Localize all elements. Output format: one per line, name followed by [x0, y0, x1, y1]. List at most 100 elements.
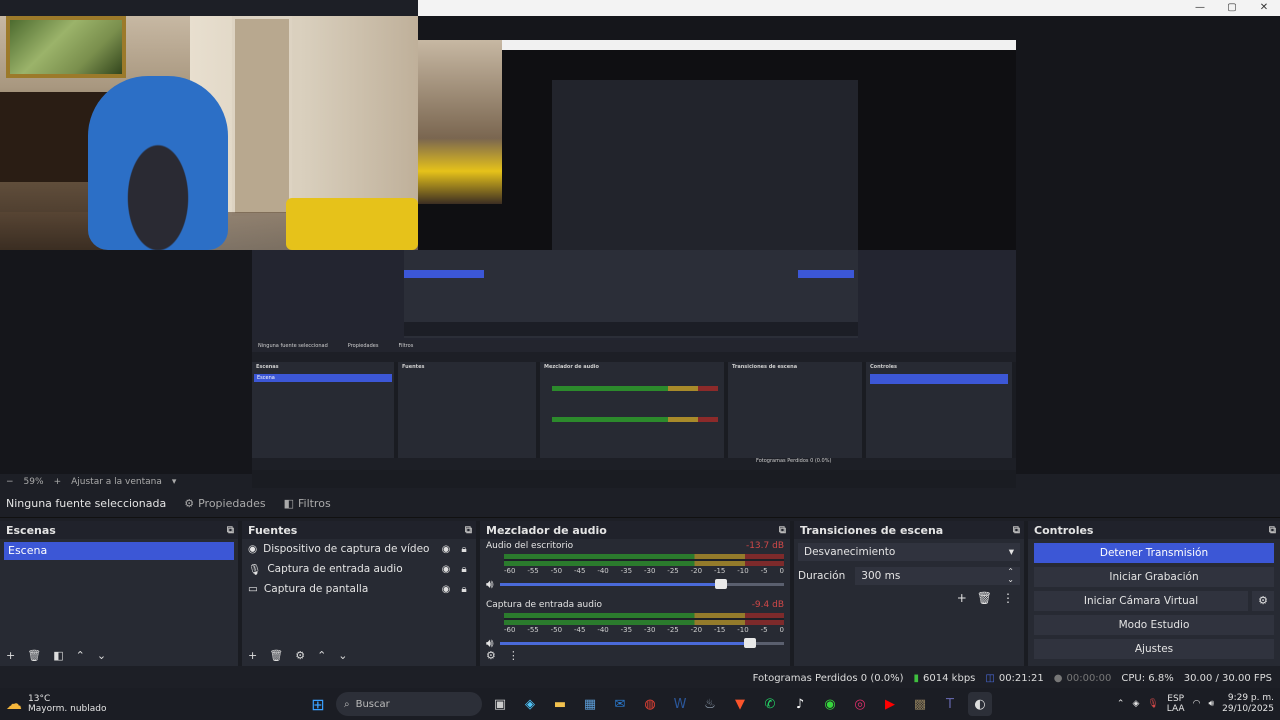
inner-status: Fotogramas Perdidos 0 (0.0%)	[756, 458, 832, 464]
inner-scenes-dock: Escenas Escena	[252, 362, 398, 458]
chevron-down-icon[interactable]: ⌄	[97, 649, 106, 662]
trash-icon[interactable]: 🗑	[977, 591, 992, 605]
file-explorer-icon[interactable]: ▬	[548, 692, 572, 716]
tick: 0	[779, 626, 784, 634]
eye-icon[interactable]: ◉	[440, 544, 452, 555]
gear-icon[interactable]: ⚙	[1252, 591, 1274, 611]
fit-to-window-select[interactable]: Ajustar a la ventana	[71, 477, 162, 487]
scene-item[interactable]: Escena	[4, 542, 234, 560]
microphone-icon[interactable]: 🎙︎	[1147, 699, 1158, 709]
scenes-title: Escenas	[6, 523, 56, 537]
undock-icon[interactable]: ⧉	[1013, 525, 1020, 536]
tick: -40	[597, 567, 609, 575]
chevron-up-icon[interactable]: ⌃	[1117, 699, 1125, 709]
volume-knob[interactable]	[715, 579, 728, 589]
inner-sources-title: Fuentes	[402, 364, 425, 370]
weather-temp: 13°C	[28, 694, 51, 704]
tray-app-icon[interactable]: ◈	[1132, 699, 1139, 709]
brave-icon[interactable]: ▼	[728, 692, 752, 716]
lock-icon[interactable]: 🔒︎	[458, 544, 470, 555]
inner-scenes-title: Escenas	[256, 364, 279, 370]
weather-text: 13°C Mayorm. nublado	[28, 694, 107, 714]
clock[interactable]: 9:29 p. m. 29/10/2025	[1222, 693, 1274, 715]
settings-button[interactable]: Ajustes	[1034, 639, 1274, 659]
undock-icon[interactable]: ⧉	[1269, 525, 1276, 536]
spin-arrows-icon[interactable]: ⌃ ⌄	[1007, 568, 1014, 584]
inner-sources-dock: Fuentes	[398, 362, 540, 458]
volume-row: 🔊︎	[486, 577, 784, 592]
volume-slider[interactable]	[499, 579, 784, 589]
volume-icon[interactable]: 🔊︎	[1208, 699, 1214, 709]
whatsapp-icon[interactable]: ✆	[758, 692, 782, 716]
outlook-icon[interactable]: ✉	[608, 692, 632, 716]
eye-icon[interactable]: ◉	[440, 584, 452, 595]
add-icon[interactable]: +	[957, 591, 967, 605]
weather-widget[interactable]: ☁ 13°C Mayorm. nublado	[6, 694, 306, 714]
source-item[interactable]: ◉ Dispositivo de captura de vídeo ◉ 🔒︎	[242, 539, 476, 559]
filters-button[interactable]: ◧ Filtros	[284, 497, 331, 510]
inner-transitions-dock: Transiciones de escena	[728, 362, 866, 458]
tick: -15	[713, 626, 726, 634]
more-options-icon[interactable]: ⋮	[508, 649, 519, 662]
youtube-icon[interactable]: ▶	[878, 692, 902, 716]
broadcast-icon: ◫	[985, 672, 995, 684]
properties-button[interactable]: ⚙ Propiedades	[184, 497, 265, 510]
undock-icon[interactable]: ⧉	[227, 525, 234, 536]
window-controls: — ▢ ✕	[1184, 0, 1280, 16]
obs-icon[interactable]: ◐	[968, 692, 992, 716]
lock-icon[interactable]: 🔒︎	[458, 564, 470, 575]
wifi-icon[interactable]: ◠	[1193, 699, 1201, 709]
trash-icon[interactable]: 🗑	[269, 649, 283, 662]
undock-icon[interactable]: ⧉	[779, 525, 786, 536]
program-preview[interactable]: Ninguna fuente seleccionad Propiedades F…	[0, 16, 1280, 488]
steam-icon[interactable]: ♨	[698, 692, 722, 716]
gear-icon[interactable]: ⚙	[486, 649, 496, 662]
task-view-icon[interactable]: ▣	[488, 692, 512, 716]
channel-header: Audio del escritorio -13.7 dB	[486, 541, 784, 551]
studio-mode-button[interactable]: Modo Estudio	[1034, 615, 1274, 635]
duration-input[interactable]: 300 ms ⌃ ⌄	[855, 567, 1020, 585]
chevron-up-icon[interactable]: ⌃	[76, 649, 85, 662]
add-icon[interactable]: +	[248, 649, 257, 662]
close-button[interactable]: ✕	[1248, 0, 1280, 16]
copilot-icon[interactable]: ◈	[518, 692, 542, 716]
bitrate-value: 6014 kbps	[923, 672, 976, 684]
teams-icon[interactable]: T	[938, 692, 962, 716]
chevron-down-icon[interactable]: ⌄	[338, 649, 347, 662]
tiktok-icon[interactable]: ♪	[788, 692, 812, 716]
minimize-button[interactable]: —	[1184, 0, 1216, 16]
undock-icon[interactable]: ⧉	[465, 525, 472, 536]
speaker-icon[interactable]: 🔊︎	[486, 577, 494, 592]
maximize-button[interactable]: ▢	[1216, 0, 1248, 16]
tick: -50	[550, 567, 563, 575]
start-virtual-camera-button[interactable]: Iniciar Cámara Virtual	[1034, 591, 1248, 611]
tick: -55	[527, 567, 539, 575]
trash-icon[interactable]: 🗑	[27, 649, 41, 662]
chevron-up-icon[interactable]: ⌃	[317, 649, 326, 662]
gamepad-icon[interactable]: ◉	[818, 692, 842, 716]
stop-streaming-button[interactable]: Detener Transmisión	[1034, 543, 1274, 563]
source-item[interactable]: ▭ Captura de pantalla ◉ 🔒︎	[242, 579, 476, 599]
minecraft-icon[interactable]: ▩	[908, 692, 932, 716]
start-recording-button[interactable]: Iniciar Grabación	[1034, 567, 1274, 587]
source-item[interactable]: 🎙︎ Captura de entrada audio ◉ 🔒︎	[242, 559, 476, 579]
language-indicator[interactable]: ESP LAA	[1167, 694, 1185, 714]
zoom-in-button[interactable]: +	[54, 477, 62, 487]
taskbar-search[interactable]: ⌕ Buscar	[336, 692, 482, 716]
chevron-down-icon[interactable]: ▾	[172, 477, 177, 487]
store-icon[interactable]: ▦	[578, 692, 602, 716]
eye-icon[interactable]: ◉	[440, 564, 452, 575]
filter-icon[interactable]: ◧	[53, 649, 63, 662]
add-icon[interactable]: +	[6, 649, 15, 662]
zoom-out-button[interactable]: −	[6, 477, 14, 487]
windows-start-icon[interactable]: ⊞	[306, 692, 330, 716]
signal-bars-icon: ▮	[913, 672, 920, 684]
chrome-icon[interactable]: ◍	[638, 692, 662, 716]
lock-icon[interactable]: 🔒︎	[458, 584, 470, 595]
more-options-icon[interactable]: ⋮	[1002, 591, 1014, 605]
transition-select[interactable]: Desvanecimiento ▾	[798, 543, 1020, 561]
gear-icon[interactable]: ⚙	[295, 649, 305, 662]
source-label: Dispositivo de captura de vídeo	[263, 543, 430, 555]
word-icon[interactable]: W	[668, 692, 692, 716]
instagram-icon[interactable]: ◎	[848, 692, 872, 716]
